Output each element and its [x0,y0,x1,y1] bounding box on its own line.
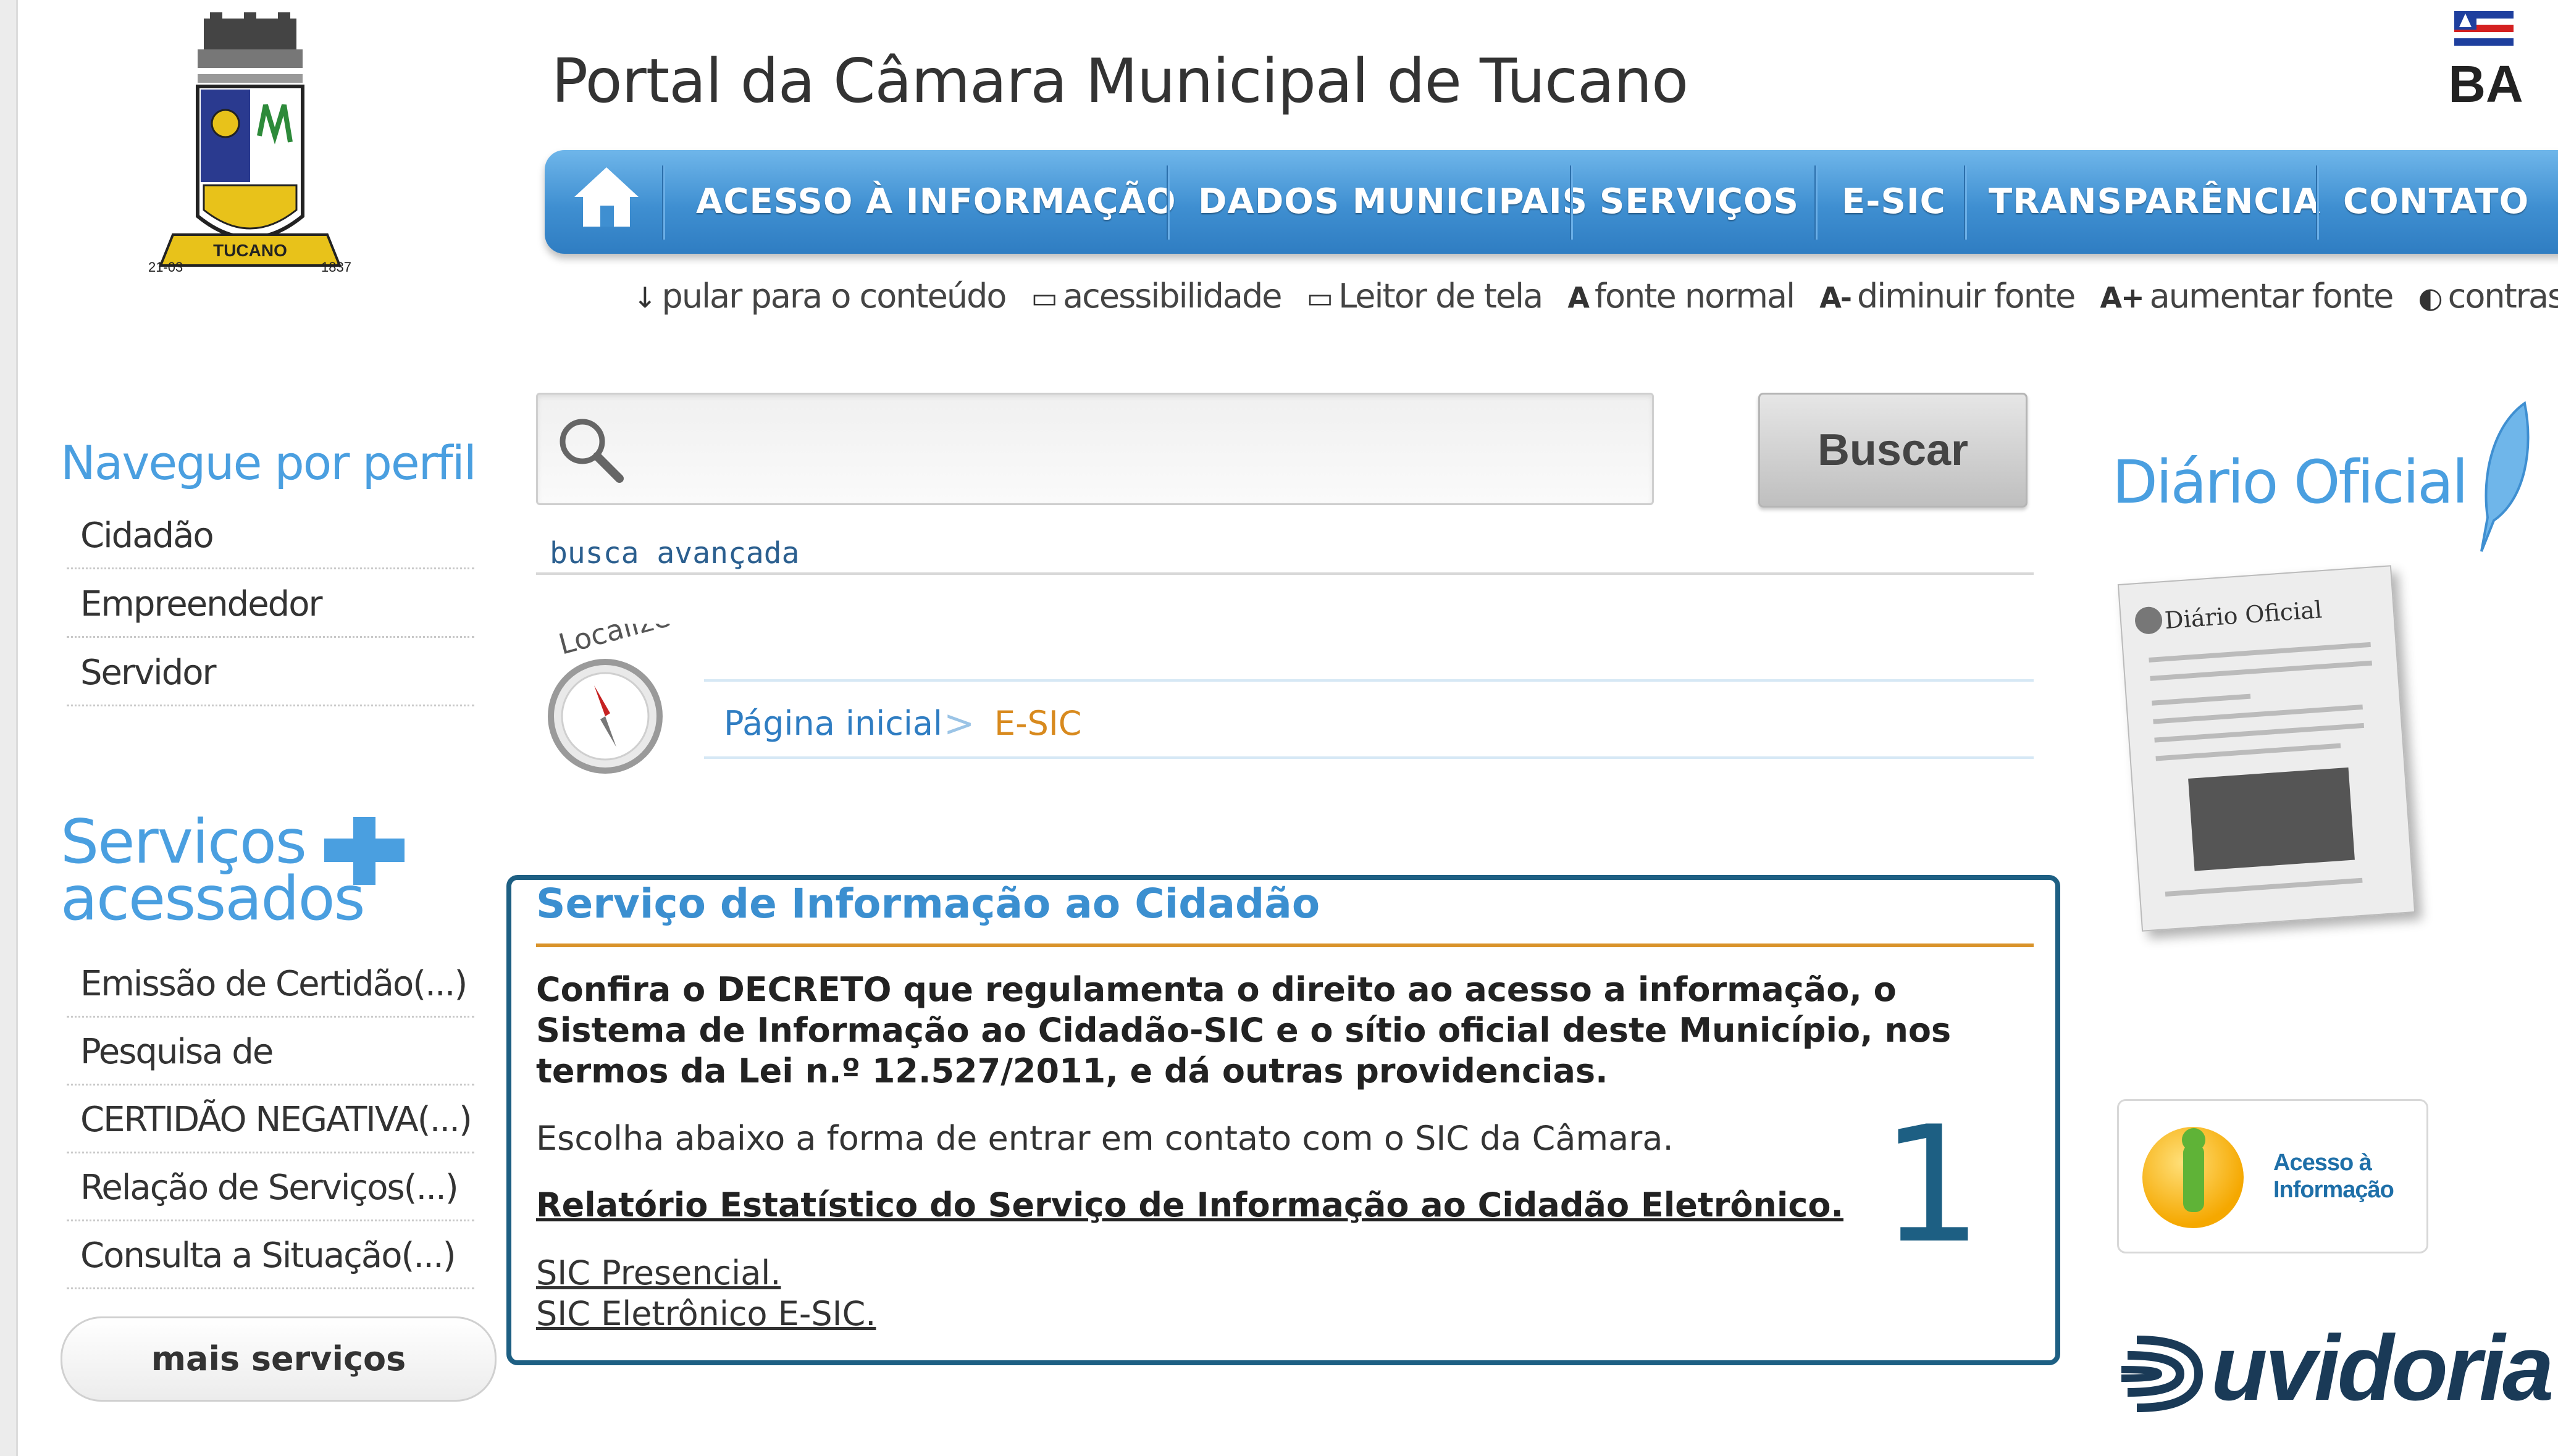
main-nav: ACESSO À INFORMAÇÃO DADOS MUNICIPAIS SER… [545,150,2558,254]
search-icon [560,419,624,483]
normal-font-link[interactable]: fonte normal [1595,277,1795,316]
service-link-emissao-certidao[interactable]: Emissão de Certidão(...) [67,951,474,1018]
increase-font-link[interactable]: aumentar fonte [2150,277,2394,316]
screen-reader-link[interactable]: Leitor de tela [1338,277,1543,316]
page-title: Serviço de Informação ao Cidadão [536,880,1320,927]
thumbnail-line [2152,693,2251,706]
sic-presencial-link[interactable]: SIC Presencial. [536,1253,781,1292]
ouvidoria-wordmark: uvidoria [2211,1316,2554,1420]
sic-eletronico-link[interactable]: SIC Eletrônico E-SIC. [536,1294,876,1333]
ouvidoria-waves-icon [2121,1336,2204,1412]
decrease-font-icon: A- [1819,281,1852,314]
acesso-informacao-badge[interactable]: Acesso à Informação [2117,1099,2428,1253]
nav-item-transparencia[interactable]: TRANSPARÊNCIA [1989,150,2321,254]
services-heading-line-2: acessados [61,864,366,934]
nav-item-dados-municipais[interactable]: DADOS MUNICIPAIS [1198,150,1588,254]
profile-heading: Navegue por perfil [61,435,477,490]
nav-separator [2316,165,2319,240]
search-button[interactable]: Buscar [1758,393,2028,508]
decrease-font-link[interactable]: diminuir fonte [1857,277,2076,316]
feather-icon [2480,401,2530,552]
service-link-consulta-situacao[interactable]: Consulta a Situação(...) [67,1223,474,1289]
thumbnail-line [2165,877,2363,897]
divider [536,572,2034,575]
accessibility-link[interactable]: acessibilidade [1063,277,1282,316]
logo-year-right: 1837 [321,259,351,275]
state-badge[interactable]: BA [2446,7,2532,113]
coat-of-arms-logo[interactable]: TUCANO 21-03 1837 [136,12,364,296]
breadcrumb-rule [704,756,2034,759]
monitor-icon: ▭ [1306,281,1333,314]
thumbnail-line [2153,704,2363,724]
decree-link[interactable]: Confira o DECRETO que regulamenta o dire… [536,969,2018,1092]
increase-font-icon: A+ [2100,281,2145,314]
title-rule [536,943,2034,947]
service-link-relacao-servicos[interactable]: Relação de Serviços(...) [67,1155,474,1221]
accessibility-bar: ↓ pular para o conteúdo ▭ acessibilidade ▭… [633,277,2558,320]
more-services-button[interactable]: mais serviços [61,1316,497,1402]
bahia-flag-icon [2454,11,2514,46]
logo-ribbon-text: TUCANO [213,241,287,260]
window-edge [0,0,18,1456]
seal-icon [2134,606,2163,635]
nav-item-servicos[interactable]: SERVIÇOS [1600,150,1799,254]
thumbnail-line [2150,660,2373,681]
nav-item-e-sic[interactable]: E-SIC [1842,150,1946,254]
compass-icon: Localize-se [548,624,698,774]
contrast-icon: ◐ [2418,281,2443,314]
search-box [536,393,1654,505]
profile-link-empreendedor[interactable]: Empreendedor [67,571,474,638]
contrast-link[interactable]: contraste [2448,277,2558,316]
profile-link-servidor[interactable]: Servidor [67,640,474,706]
monitor-icon: ▭ [1031,281,1058,314]
nav-item-contato[interactable]: CONTATO [2343,150,2529,254]
nav-separator [1570,165,1573,240]
diario-oficial-heading[interactable]: Diário Oficial [2112,448,2468,517]
services-heading: Serviços acessados [61,807,366,934]
breadcrumb-home-link[interactable]: Página inicial [724,699,942,748]
site-title: Portal da Câmara Municipal de Tucano [551,46,1688,117]
breadcrumb-current: E-SIC [994,704,1082,743]
search-input[interactable] [624,413,1627,482]
nav-separator [1964,165,1967,240]
logo-year-left: 21-03 [148,259,183,275]
nav-separator [662,165,665,240]
skip-to-content-link[interactable]: pular para o conteúdo [662,277,1007,316]
thumbnail-line [2154,722,2365,743]
normal-font-icon: A [1567,281,1590,314]
state-badge-label: BA [2448,55,2523,113]
service-link-certidao-negativa[interactable]: CERTIDÃO NEGATIVA(...) [67,1087,474,1153]
plus-icon [324,817,405,885]
thumbnail-title: Diário Oficial [2163,596,2323,634]
home-icon[interactable] [569,162,644,230]
info-icon-stem [2183,1144,2204,1212]
thumbnail-line [2149,642,2371,663]
thumbnail-photo [2188,767,2355,871]
nav-separator [1167,165,1170,240]
profile-link-cidadao[interactable]: Cidadão [67,503,474,569]
service-link-pesquisa[interactable]: Pesquisa de [67,1019,474,1086]
compass-badge-text: Localize-se [555,624,698,661]
statistics-report-link[interactable]: Relatório Estatístico do Serviço de Info… [536,1186,1843,1224]
page: TUCANO 21-03 1837 Portal da Câmara Munic… [0,0,2558,1456]
nav-separator [1814,165,1818,240]
nav-item-acesso-informacao[interactable]: ACESSO À INFORMAÇÃO [696,150,1176,254]
chevron-right-icon: > [944,702,975,745]
acesso-informacao-label: Acesso à Informação [2273,1150,2394,1203]
services-heading-line-1: Serviços [61,807,307,877]
thumbnail-line [2155,743,2341,761]
contact-instructions: Escolha abaixo a forma de entrar em cont… [536,1119,1674,1158]
ouvidoria-logo[interactable]: uvidoria [2118,1316,2554,1433]
annotation-marker: 1 [1881,1092,1983,1279]
advanced-search-link[interactable]: busca avançada [550,536,800,571]
diario-oficial-thumbnail[interactable]: Diário Oficial [2117,565,2416,932]
arrow-down-icon: ↓ [633,281,657,314]
breadcrumb-rule [704,679,2034,682]
